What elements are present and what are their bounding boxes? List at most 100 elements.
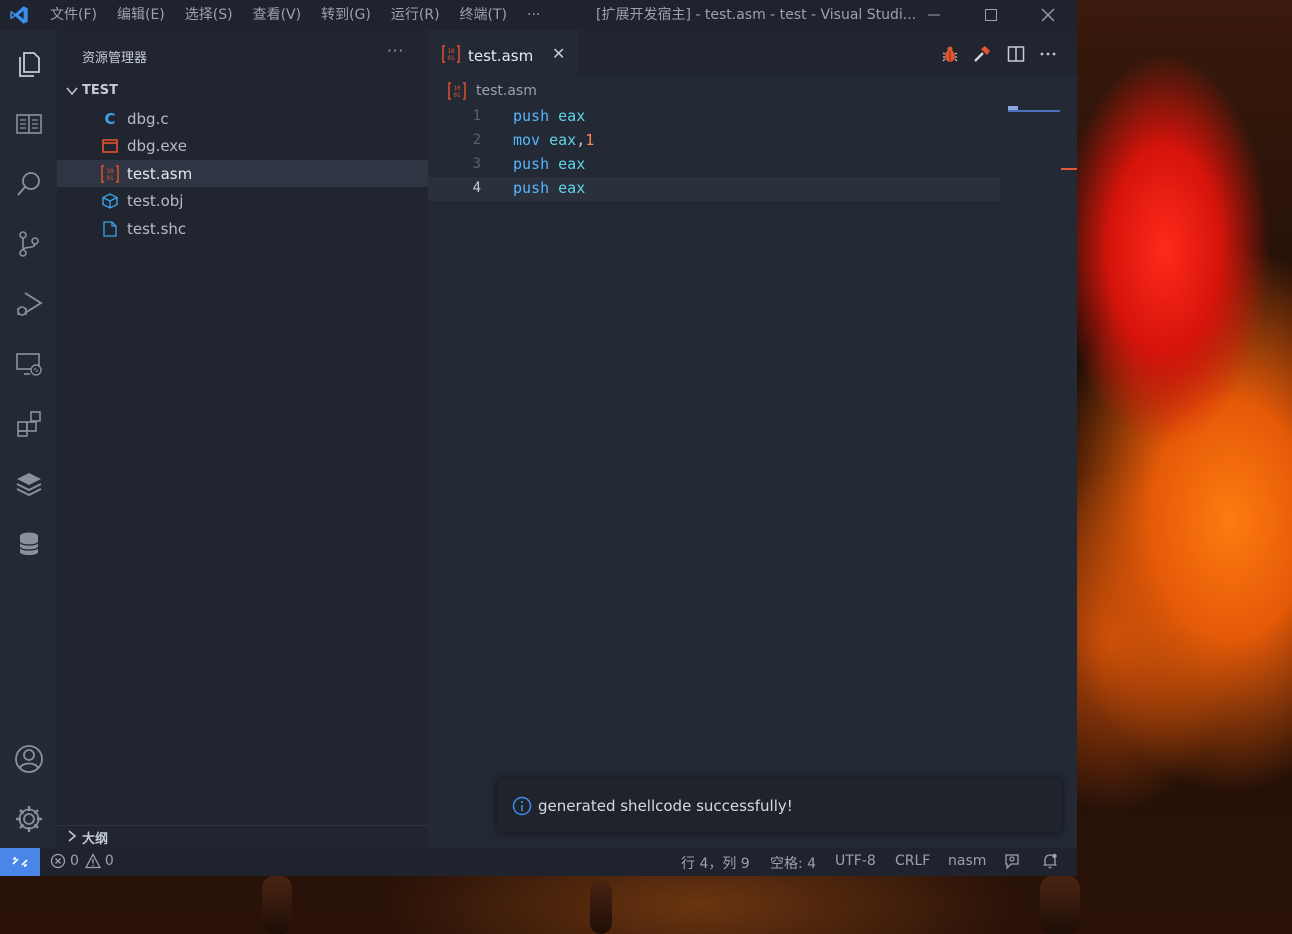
mnemonic: push [513,107,550,125]
packages-activity[interactable] [0,460,57,508]
file-item-test-obj[interactable]: test.obj [57,187,428,214]
bell-icon [1043,853,1057,869]
generic-file-icon [101,220,119,238]
folder-name: TEST [82,83,118,98]
file-item-test-asm[interactable]: 10 01 test.asm [57,160,428,187]
tab-test-asm[interactable]: 10 01 test.asm ✕ [428,30,578,76]
menu-go[interactable]: 转到(G) [321,0,371,30]
menu-terminal[interactable]: 终端(T) [460,0,507,30]
svg-text:10: 10 [453,85,461,92]
notifications-button[interactable] [1041,852,1059,874]
wallpaper-stem [1040,876,1080,934]
book-activity[interactable] [0,100,57,148]
asm-file-icon: 1001 [442,45,460,63]
breadcrumb-file: test.asm [476,83,537,99]
line-content: push eax [513,179,585,197]
notification-toast[interactable]: generated shellcode successfully! [497,779,1062,833]
file-item-dbg-c[interactable]: C dbg.c [57,105,428,132]
editor-tab-bar: 10 01 test.asm ✕ [428,30,1077,76]
minimize-button[interactable] [911,0,957,30]
outline-title: 大纲 [82,832,109,847]
problems-indicator[interactable]: 0 0 [50,853,114,869]
folder-test[interactable]: TEST [57,80,428,102]
more-actions-button[interactable] [1036,42,1060,66]
file-name: dbg.c [127,110,169,128]
remote-explorer-activity[interactable] [0,340,57,388]
tab-close-button[interactable]: ✕ [552,44,565,63]
menu-run[interactable]: 运行(R) [391,0,440,30]
svg-text:10: 10 [447,48,455,55]
explorer-activity[interactable] [0,40,57,88]
search-activity[interactable] [0,160,57,208]
file-name: test.obj [127,192,184,210]
outline-section[interactable]: 大纲 [57,825,428,848]
sidebar-title: 资源管理器 [82,51,148,66]
wallpaper-stem [590,880,612,934]
exe-file-icon [101,137,119,155]
extensions-activity[interactable] [0,400,57,448]
file-item-dbg-exe[interactable]: dbg.exe [57,132,428,159]
code-line-current: 4 push eax [428,177,1000,201]
menu-edit[interactable]: 编辑(E) [117,0,165,30]
minimize-icon [928,14,940,16]
operand: eax [558,179,586,197]
indentation[interactable]: 空格: 4 [770,853,816,873]
end-of-line[interactable]: CRLF [895,853,930,869]
settings-activity[interactable] [0,795,57,843]
remote-indicator-button[interactable] [0,848,40,876]
line-number: 1 [472,108,481,124]
maximize-icon [985,9,997,21]
menu-file[interactable]: 文件(F) [50,0,97,30]
file-name: test.shc [127,220,187,238]
code-line: 1 push eax [428,105,1000,129]
menu-selection[interactable]: 选择(S) [185,0,233,30]
close-window-button[interactable] [1025,0,1071,30]
accounts-activity[interactable] [0,735,57,783]
svg-text:01: 01 [106,175,114,182]
cursor-position[interactable]: 行 4，列 9 [681,853,750,873]
close-icon [1041,8,1055,22]
gear-icon [15,806,42,832]
build-action-button[interactable] [970,42,994,66]
bug-icon [942,46,958,62]
split-editor-button[interactable] [1004,42,1028,66]
line-number: 2 [472,132,481,148]
maximize-button[interactable] [968,0,1014,30]
debug-action-button[interactable] [938,42,962,66]
extensions-icon [16,411,41,437]
warning-count: 0 [104,853,114,869]
asm-file-icon: 1001 [101,165,119,183]
files-icon [18,52,40,77]
feedback-icon [1005,854,1019,870]
asm-file-icon: 1001 [448,82,466,100]
run-debug-icon [16,292,43,316]
run-debug-activity[interactable] [0,280,57,328]
database-icon [18,532,39,555]
info-icon [512,796,532,816]
menu-more[interactable]: ··· [527,0,540,30]
menu-view[interactable]: 查看(V) [253,0,302,30]
source-control-activity[interactable] [0,220,57,268]
line-content: push eax [513,107,585,125]
remote-explorer-icon [15,353,42,376]
window-title: [扩展开发宿主] - test.asm - test - Visual Stud… [596,7,917,23]
line-content: push eax [513,155,585,173]
layers-icon [16,473,41,497]
file-item-test-shc[interactable]: test.shc [57,215,428,242]
encoding[interactable]: UTF-8 [835,853,876,869]
operand: eax [558,155,586,173]
obj-file-icon [101,192,119,210]
language-mode[interactable]: nasm [948,853,986,869]
operand: eax [549,131,577,149]
status-bar: 0 0 行 4，列 9 空格: 4 UTF-8 CRLF nasm [0,848,1077,876]
notification-message: generated shellcode successfully! [538,797,793,815]
warning-icon [84,853,101,869]
line-number: 4 [472,180,481,196]
sidebar-more-button[interactable]: ··· [387,42,404,60]
file-name: dbg.exe [127,137,187,155]
database-activity[interactable] [0,520,57,568]
code-editor[interactable]: 1 push eax 2 mov eax,1 3 push eax 4 push… [428,105,1000,201]
minimap-slider[interactable] [1008,110,1060,112]
feedback-button[interactable] [1003,852,1021,874]
error-count: 0 [70,853,79,869]
